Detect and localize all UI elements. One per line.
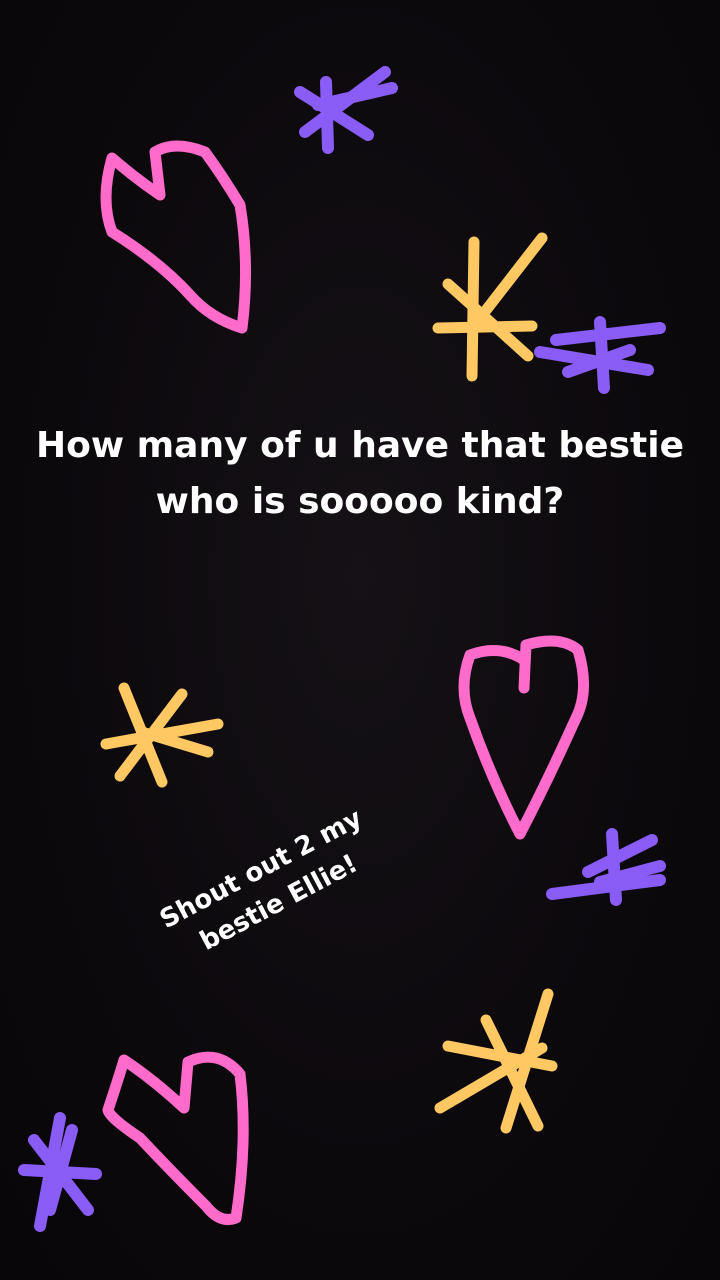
star-doodle-icon	[18, 1112, 102, 1232]
star-doodle-icon	[432, 232, 548, 382]
star-doodle-icon	[434, 988, 558, 1134]
caption-line-1: How many of u have that bestie	[36, 425, 684, 466]
heart-doodle-icon	[102, 1051, 249, 1225]
star-doodle-icon	[534, 316, 666, 394]
story-canvas: How many of u have that bestie who is so…	[0, 0, 720, 1280]
doodle-layer	[18, 66, 666, 1232]
heart-doodle-icon	[100, 140, 252, 334]
heart-doodle-icon	[458, 635, 590, 840]
star-doodle-icon	[294, 66, 398, 154]
star-doodle-icon	[546, 828, 666, 906]
star-doodle-icon	[100, 682, 224, 788]
story-caption: How many of u have that bestie who is so…	[0, 418, 720, 530]
caption-line-2: who is sooooo kind?	[155, 481, 565, 522]
